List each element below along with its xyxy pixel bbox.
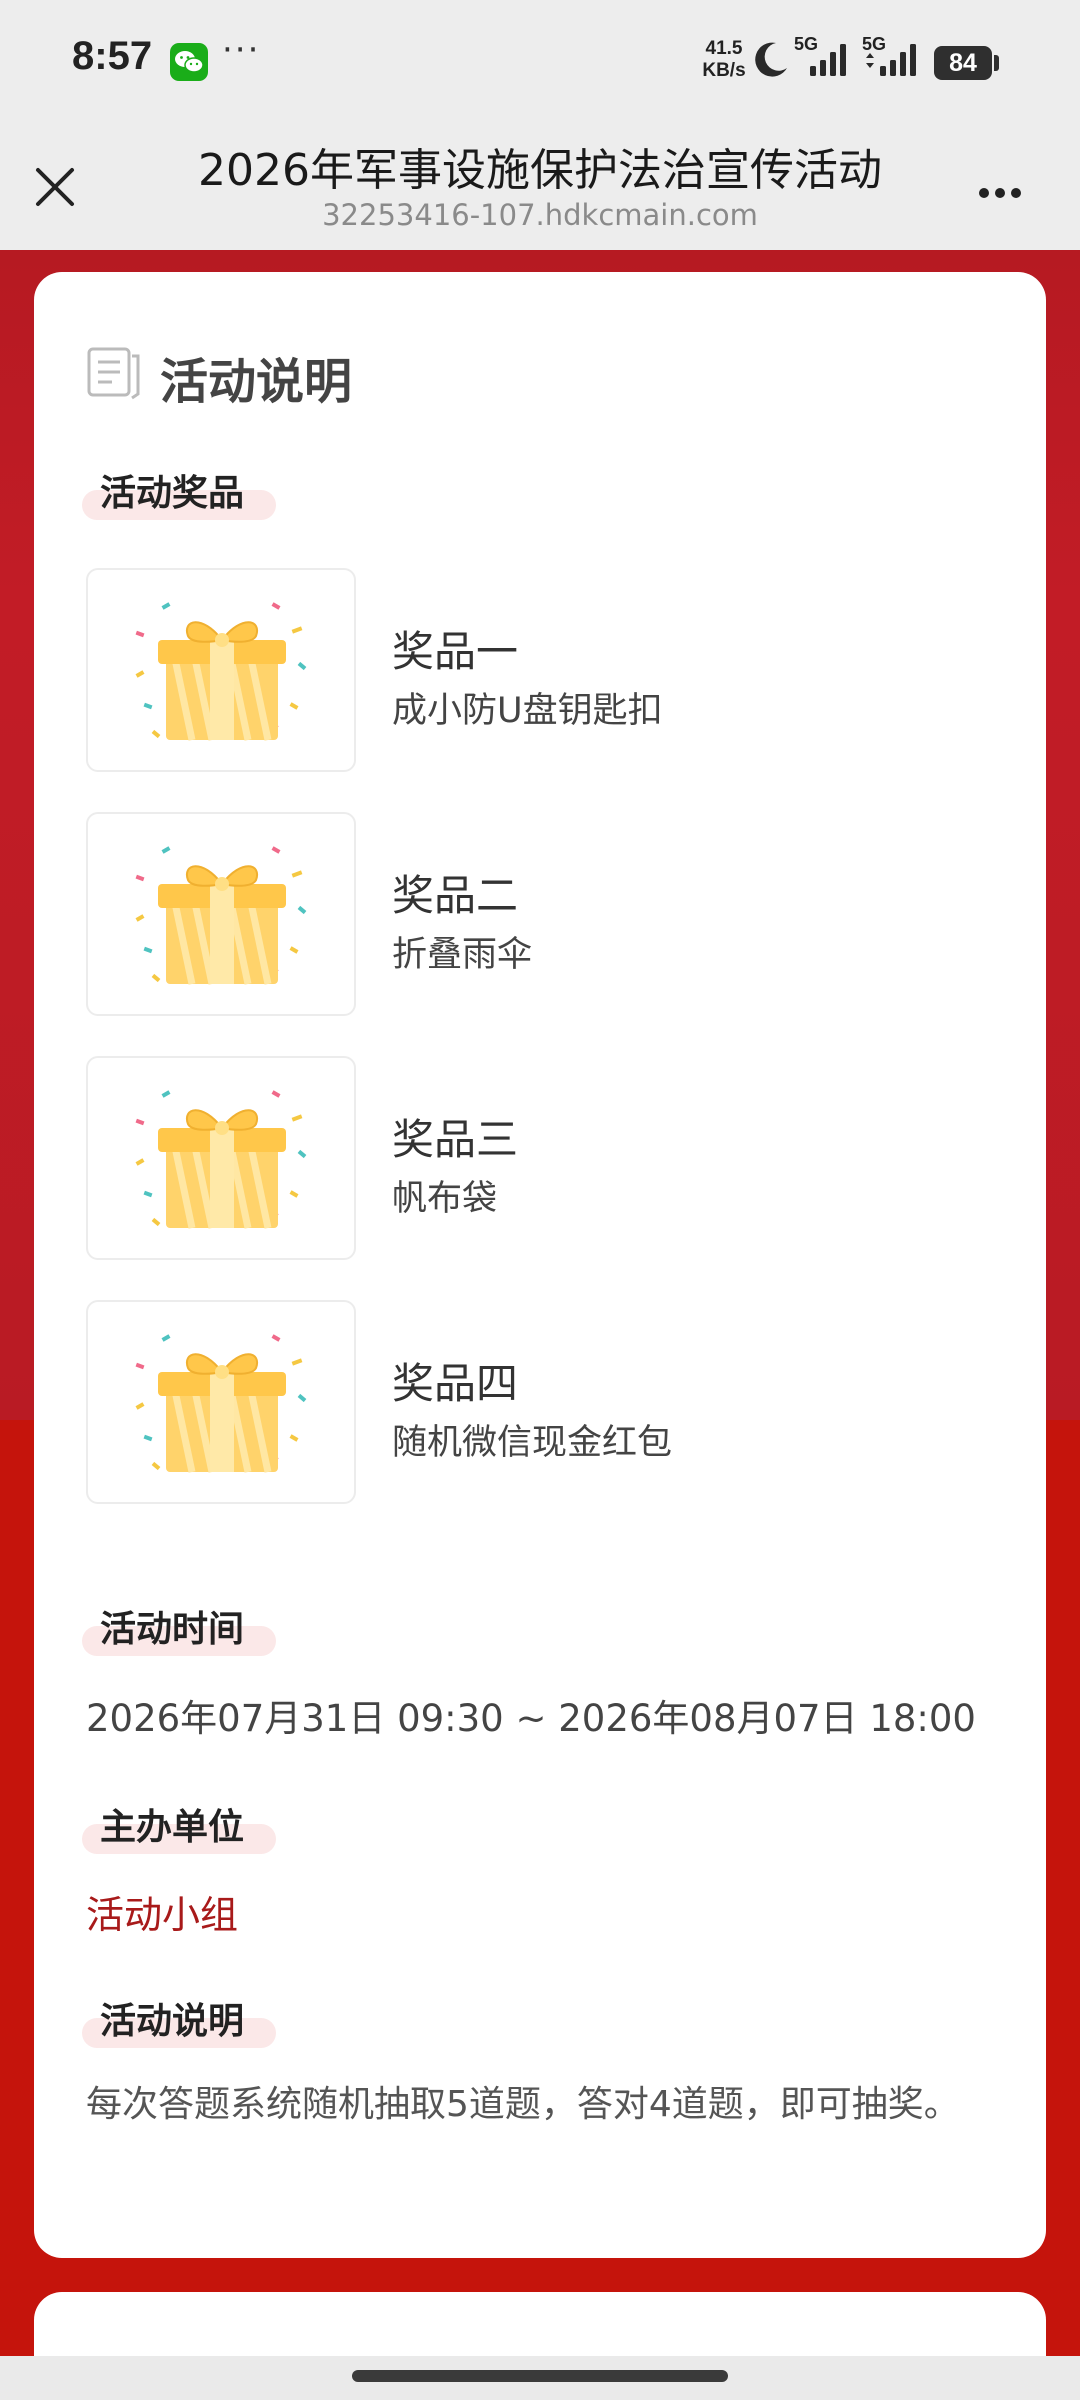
title-bar: 2026年军事设施保护法治宣传活动 32253416-107.hdkcmain.… <box>0 124 1080 250</box>
network-speed-unit: KB/s <box>702 60 746 81</box>
more-icon <box>979 188 989 198</box>
battery-tip <box>994 55 999 71</box>
status-time: 8:57 <box>72 34 153 78</box>
more-menu-button[interactable] <box>976 178 1036 208</box>
network-speed: 41.5 KB/s <box>698 38 750 82</box>
gift-box-icon <box>135 1090 307 1229</box>
network-speed-value: 41.5 <box>705 38 743 59</box>
status-bar: 8:57 ··· 41.5 KB/s 5G 5G 84 <box>0 0 1080 124</box>
prize-title: 奖品四 <box>392 1359 519 1408</box>
prize-thumbnail <box>86 568 356 772</box>
activity-info-card: 活动说明 活动奖品 奖品一 成小防U盘钥匙扣 奖品二 折叠雨伞 奖品三 帆布袋 … <box>34 272 1046 2258</box>
activity-time: 2026年07月31日 09:30 ~ 2026年08月07日 18:00 <box>86 1697 976 1740</box>
page-title: 2026年军事设施保护法治宣传活动 <box>198 145 882 196</box>
prize-thumbnail <box>86 1056 356 1260</box>
navigation-bar <box>0 2356 1080 2400</box>
prize-title: 奖品二 <box>392 871 519 920</box>
document-icon <box>87 347 140 400</box>
wechat-icon <box>170 43 208 81</box>
time-label-text: 活动时间 <box>100 1609 245 1650</box>
organizer-value: 活动小组 <box>86 1893 239 1937</box>
signal-icon: 5G <box>792 34 852 84</box>
status-more-icon: ··· <box>222 30 261 70</box>
activity-description: 每次答题系统随机抽取5道题，答对4道题，即可抽奖。 <box>86 2084 960 2125</box>
home-indicator[interactable] <box>352 2370 728 2382</box>
organizer-label-text: 主办单位 <box>100 1807 245 1848</box>
prize-thumbnail <box>86 812 356 1016</box>
prize-title: 奖品三 <box>392 1115 519 1164</box>
prize-desc: 帆布袋 <box>392 1179 498 1219</box>
prize-item[interactable]: 奖品四 随机微信现金红包 <box>86 1300 916 1504</box>
battery-icon: 84 <box>934 46 992 80</box>
gift-box-icon <box>135 602 307 741</box>
prize-item[interactable]: 奖品二 折叠雨伞 <box>86 812 916 1016</box>
section-heading-text: 活动说明 <box>160 354 353 410</box>
prize-thumbnail <box>86 1300 356 1504</box>
moon-icon <box>755 42 787 77</box>
close-icon <box>36 168 74 206</box>
prize-title: 奖品一 <box>392 627 519 676</box>
prize-item[interactable]: 奖品一 成小防U盘钥匙扣 <box>86 568 916 772</box>
page-url: 32253416-107.hdkcmain.com <box>322 198 758 232</box>
prize-desc: 随机微信现金红包 <box>392 1423 673 1463</box>
gift-box-icon <box>135 1334 307 1473</box>
prize-desc: 折叠雨伞 <box>392 935 533 975</box>
close-button[interactable] <box>30 162 80 212</box>
signal-icon: 5G <box>860 34 924 84</box>
prize-item[interactable]: 奖品三 帆布袋 <box>86 1056 916 1260</box>
description-label-text: 活动说明 <box>100 2001 245 2042</box>
prize-desc: 成小防U盘钥匙扣 <box>392 691 663 731</box>
gift-box-icon <box>135 846 307 985</box>
prizes-label-text: 活动奖品 <box>100 473 245 514</box>
